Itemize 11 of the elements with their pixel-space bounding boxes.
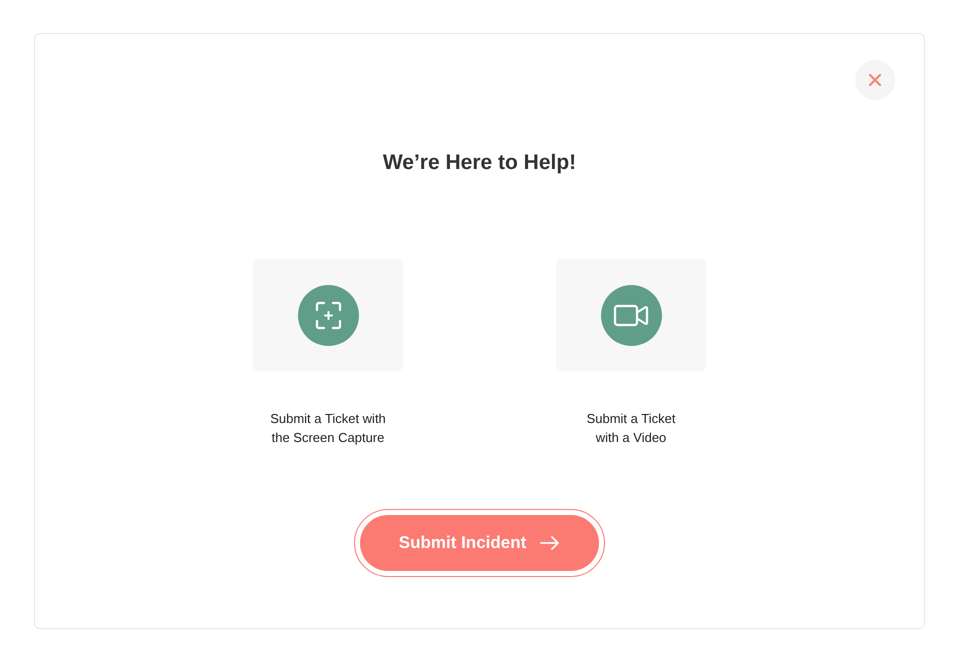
screen-capture-icon (298, 284, 358, 346)
option-tile[interactable] (556, 259, 706, 371)
option-label: Submit a Ticket with a Video (586, 410, 676, 447)
close-icon (869, 74, 881, 86)
video-camera-icon (600, 284, 662, 346)
option-tile[interactable] (253, 259, 403, 371)
submit-incident-button[interactable]: Submit Incident (354, 509, 605, 577)
close-button[interactable] (855, 60, 895, 100)
option-label: Submit a Ticket with the Screen Capture (269, 410, 387, 447)
dialog-title: We’re Here to Help! (382, 150, 578, 176)
arrow-right-icon (540, 536, 560, 550)
